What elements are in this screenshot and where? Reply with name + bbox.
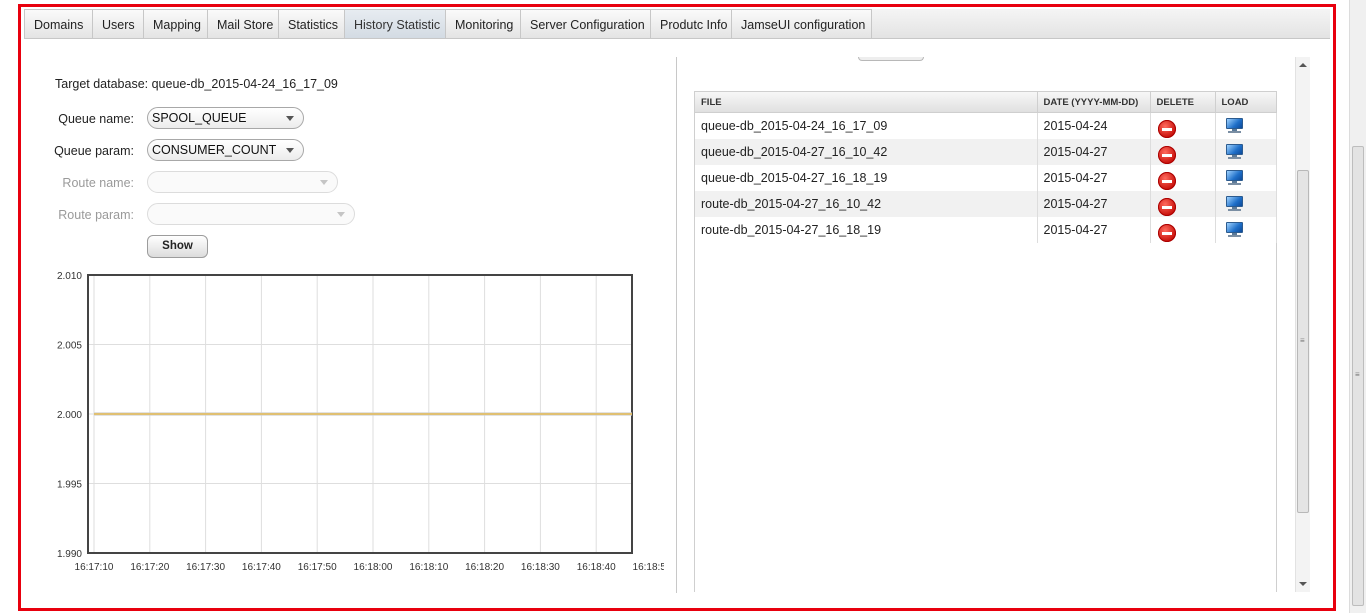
tab-users[interactable]: Users: [92, 9, 144, 38]
page-scrollbar[interactable]: ≡: [1349, 0, 1366, 613]
y-tick-label: 2.005: [57, 341, 82, 352]
route-name-label: Route name:: [62, 176, 134, 190]
file-table: FILE DATE (YYYY-MM-DD) DELETE LOAD queue…: [695, 92, 1277, 243]
tab-product-info[interactable]: Produtc Info: [650, 9, 732, 38]
y-tick-label: 1.995: [57, 480, 82, 491]
monitor-icon[interactable]: [1225, 221, 1245, 238]
table-row[interactable]: queue-db_2015-04-27_16_10_42 2015-04-27: [695, 139, 1277, 165]
queue-param-value: CONSUMER_COUNT: [152, 143, 277, 157]
x-tick-label: 16:18:20: [465, 562, 504, 573]
tab-server-configuration[interactable]: Server Configuration: [520, 9, 651, 38]
load-cell: [1215, 112, 1277, 139]
chevron-down-icon: [286, 116, 294, 121]
delete-cell: [1150, 165, 1216, 191]
file-panel: FILE DATE (YYYY-MM-DD) DELETE LOAD queue…: [694, 57, 1310, 592]
tab-mail-store[interactable]: Mail Store: [207, 9, 279, 38]
delete-icon[interactable]: [1157, 197, 1176, 216]
tab-monitoring[interactable]: Monitoring: [445, 9, 521, 38]
chevron-down-icon: [286, 148, 294, 153]
file-cell: route-db_2015-04-27_16_18_19: [695, 217, 1038, 243]
table-row[interactable]: route-db_2015-04-27_16_18_19 2015-04-27: [695, 217, 1277, 243]
panel-divider: [676, 57, 677, 593]
target-database-text: Target database: queue-db_2015-04-24_16_…: [55, 77, 338, 91]
delete-cell: [1150, 217, 1216, 243]
delete-cell: [1150, 139, 1216, 165]
delete-icon[interactable]: [1157, 119, 1176, 138]
queue-name-select[interactable]: SPOOL_QUEUE: [147, 107, 304, 129]
tab-domains[interactable]: Domains: [24, 9, 93, 38]
y-tick-label: 1.990: [57, 549, 82, 560]
tab-bar: Domains Users Mapping Mail Store Statist…: [24, 9, 1330, 39]
page-scrollbar-thumb[interactable]: ≡: [1352, 146, 1364, 606]
queue-param-select[interactable]: CONSUMER_COUNT: [147, 139, 304, 161]
column-header-file[interactable]: FILE: [695, 92, 1038, 113]
file-grid: FILE DATE (YYYY-MM-DD) DELETE LOAD queue…: [694, 91, 1277, 592]
column-header-date[interactable]: DATE (YYYY-MM-DD): [1037, 92, 1151, 113]
load-cell: [1215, 139, 1277, 165]
file-cell: queue-db_2015-04-27_16_10_42: [695, 139, 1038, 165]
queue-name-label: Queue name:: [58, 112, 134, 126]
x-tick-label: 16:17:10: [75, 562, 114, 573]
load-cell: [1215, 217, 1277, 243]
file-panel-scrollbar[interactable]: ≡: [1295, 57, 1310, 592]
delete-icon[interactable]: [1157, 223, 1176, 242]
x-tick-label: 16:18:10: [409, 562, 448, 573]
delete-icon[interactable]: [1157, 145, 1176, 164]
column-header-delete[interactable]: DELETE: [1150, 92, 1216, 113]
monitor-icon[interactable]: [1225, 143, 1245, 160]
file-cell: route-db_2015-04-27_16_10_42: [695, 191, 1038, 217]
history-statistic-panel: Target database: queue-db_2015-04-24_16_…: [24, 39, 1330, 603]
date-cell: 2015-04-27: [1037, 139, 1151, 165]
monitor-icon[interactable]: [1225, 117, 1245, 134]
load-cell: [1215, 165, 1277, 191]
table-header-row: FILE DATE (YYYY-MM-DD) DELETE LOAD: [695, 92, 1277, 113]
chevron-down-icon: [337, 212, 345, 217]
date-cell: 2015-04-27: [1037, 217, 1151, 243]
collapsed-control[interactable]: [858, 57, 924, 61]
tab-jamseui-configuration[interactable]: JamseUI configuration: [731, 9, 872, 38]
x-tick-label: 16:17:50: [298, 562, 337, 573]
date-cell: 2015-04-27: [1037, 165, 1151, 191]
route-param-label: Route param:: [58, 208, 134, 222]
file-cell: queue-db_2015-04-24_16_17_09: [695, 112, 1038, 139]
delete-cell: [1150, 112, 1216, 139]
delete-cell: [1150, 191, 1216, 217]
file-cell: queue-db_2015-04-27_16_18_19: [695, 165, 1038, 191]
x-tick-label: 16:17:20: [130, 562, 169, 573]
x-tick-label: 16:17:40: [242, 562, 281, 573]
queue-name-value: SPOOL_QUEUE: [152, 111, 247, 125]
scroll-down-icon[interactable]: [1299, 582, 1307, 586]
table-row[interactable]: queue-db_2015-04-24_16_17_09 2015-04-24: [695, 112, 1277, 139]
column-header-load[interactable]: LOAD: [1215, 92, 1277, 113]
chevron-down-icon: [320, 180, 328, 185]
x-tick-label: 16:18:40: [577, 562, 616, 573]
x-tick-label: 16:18:30: [521, 562, 560, 573]
queue-param-label: Queue param:: [54, 144, 134, 158]
scrollbar-thumb[interactable]: ≡: [1297, 170, 1309, 513]
date-cell: 2015-04-24: [1037, 112, 1151, 139]
delete-icon[interactable]: [1157, 171, 1176, 190]
x-tick-label: 16:17:30: [186, 562, 225, 573]
y-tick-label: 2.010: [57, 271, 82, 282]
y-tick-label: 2.000: [57, 410, 82, 421]
monitor-icon[interactable]: [1225, 169, 1245, 186]
table-row[interactable]: route-db_2015-04-27_16_10_42 2015-04-27: [695, 191, 1277, 217]
load-cell: [1215, 191, 1277, 217]
route-name-select[interactable]: [147, 171, 338, 193]
tab-statistics[interactable]: Statistics: [278, 9, 345, 38]
scroll-up-icon[interactable]: [1299, 63, 1307, 67]
tab-mapping[interactable]: Mapping: [143, 9, 208, 38]
history-line-chart: 2.010 2.005 2.000 1.995 1.990 16:17:10 16:17:2…: [57, 271, 664, 573]
x-tick-label: 16:18:00: [354, 562, 393, 573]
x-tick-label: 16:18:50: [633, 562, 664, 573]
show-button[interactable]: Show: [147, 235, 208, 258]
date-cell: 2015-04-27: [1037, 191, 1151, 217]
tab-history-statistic[interactable]: History Statistic: [344, 9, 446, 38]
route-param-select[interactable]: [147, 203, 355, 225]
table-row[interactable]: queue-db_2015-04-27_16_18_19 2015-04-27: [695, 165, 1277, 191]
monitor-icon[interactable]: [1225, 195, 1245, 212]
